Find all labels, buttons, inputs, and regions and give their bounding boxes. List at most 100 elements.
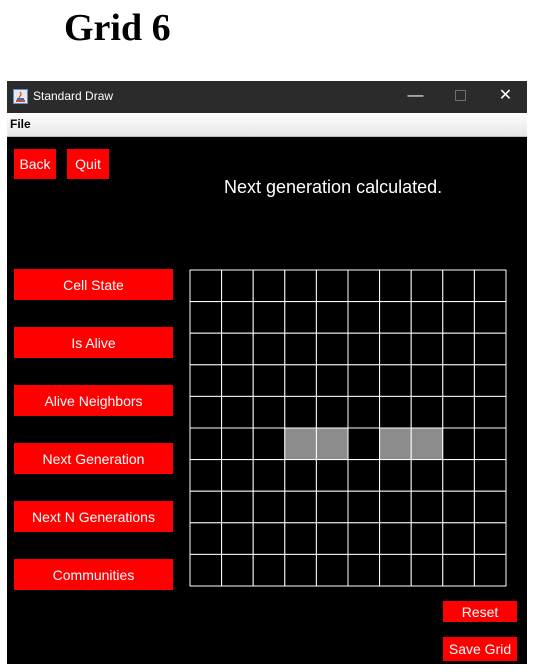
alive-neighbors-button[interactable]: Alive Neighbors <box>14 385 173 416</box>
grid-cell[interactable] <box>221 301 254 334</box>
grid-cell[interactable] <box>379 269 412 303</box>
grid-cell[interactable] <box>442 269 475 303</box>
save-grid-button[interactable]: Save Grid <box>443 637 517 661</box>
grid-cell[interactable] <box>221 395 254 429</box>
grid-cell[interactable] <box>410 364 444 397</box>
grid-cell[interactable] <box>252 490 286 524</box>
title-bar[interactable]: Standard Draw — ✕ <box>7 81 527 113</box>
grid-cell[interactable] <box>284 522 317 555</box>
grid-cell[interactable] <box>189 395 223 429</box>
grid-cell[interactable] <box>284 490 317 524</box>
grid-cell[interactable] <box>189 459 223 492</box>
grid-cell[interactable] <box>252 269 286 303</box>
grid-cell[interactable] <box>473 395 507 429</box>
grid-cell[interactable] <box>473 364 507 397</box>
grid-cell[interactable] <box>189 427 223 461</box>
grid-cell[interactable] <box>379 553 412 587</box>
grid-cell[interactable] <box>347 301 381 334</box>
grid-cell[interactable] <box>473 301 507 334</box>
grid-cell[interactable] <box>252 395 286 429</box>
grid-cell[interactable] <box>379 301 412 334</box>
grid-cell[interactable] <box>221 459 254 492</box>
grid-cell[interactable] <box>189 301 223 334</box>
grid-cell[interactable] <box>252 553 286 587</box>
grid-cell[interactable] <box>252 332 286 366</box>
grid-cell[interactable] <box>379 332 412 366</box>
grid-cell[interactable] <box>347 553 381 587</box>
minimize-button[interactable]: — <box>393 81 438 113</box>
grid-cell[interactable] <box>347 395 381 429</box>
grid-cell[interactable] <box>473 427 507 461</box>
grid-cell[interactable] <box>315 553 349 587</box>
grid-cell[interactable] <box>221 427 254 461</box>
grid-cell-alive[interactable] <box>315 427 349 461</box>
maximize-button[interactable] <box>438 81 483 113</box>
grid-cell[interactable] <box>221 269 254 303</box>
grid-cell[interactable] <box>442 395 475 429</box>
grid-cell[interactable] <box>473 459 507 492</box>
grid-cell[interactable] <box>221 522 254 555</box>
grid-cell[interactable] <box>315 459 349 492</box>
grid-cell[interactable] <box>252 427 286 461</box>
grid-cell[interactable] <box>442 553 475 587</box>
close-button[interactable]: ✕ <box>483 81 527 113</box>
grid-cell[interactable] <box>410 553 444 587</box>
grid-cell[interactable] <box>284 301 317 334</box>
grid-cell[interactable] <box>410 269 444 303</box>
grid-cell[interactable] <box>442 459 475 492</box>
grid-cell[interactable] <box>473 522 507 555</box>
grid-cell[interactable] <box>410 490 444 524</box>
grid-cell[interactable] <box>410 522 444 555</box>
grid-cell[interactable] <box>315 490 349 524</box>
grid-cell[interactable] <box>379 459 412 492</box>
next-generation-button[interactable]: Next Generation <box>14 443 173 474</box>
grid-cell[interactable] <box>284 553 317 587</box>
grid-cell[interactable] <box>189 553 223 587</box>
grid-cell[interactable] <box>347 522 381 555</box>
grid-cell-alive[interactable] <box>410 427 444 461</box>
grid-cell[interactable] <box>189 522 223 555</box>
grid-cell[interactable] <box>284 269 317 303</box>
quit-button[interactable]: Quit <box>67 149 109 179</box>
grid-cell[interactable] <box>442 522 475 555</box>
grid-cell[interactable] <box>347 490 381 524</box>
game-grid[interactable] <box>189 269 507 587</box>
grid-cell[interactable] <box>379 364 412 397</box>
communities-button[interactable]: Communities <box>14 559 173 590</box>
grid-cell[interactable] <box>189 490 223 524</box>
grid-cell[interactable] <box>442 490 475 524</box>
reset-button[interactable]: Reset <box>443 601 517 622</box>
grid-cell[interactable] <box>189 269 223 303</box>
grid-cell[interactable] <box>189 364 223 397</box>
grid-cell[interactable] <box>347 427 381 461</box>
grid-cell[interactable] <box>315 301 349 334</box>
grid-cell[interactable] <box>379 490 412 524</box>
grid-cell[interactable] <box>284 364 317 397</box>
grid-cell[interactable] <box>315 364 349 397</box>
grid-cell[interactable] <box>442 364 475 397</box>
grid-cell[interactable] <box>347 332 381 366</box>
menu-file[interactable]: File <box>10 117 31 131</box>
grid-cell[interactable] <box>252 301 286 334</box>
back-button[interactable]: Back <box>14 149 56 179</box>
grid-cell[interactable] <box>473 490 507 524</box>
grid-cell[interactable] <box>315 522 349 555</box>
grid-cell-alive[interactable] <box>379 427 412 461</box>
grid-cell[interactable] <box>252 459 286 492</box>
grid-cell[interactable] <box>473 332 507 366</box>
grid-cell[interactable] <box>315 269 349 303</box>
grid-cell[interactable] <box>284 332 317 366</box>
draw-canvas[interactable]: Back Quit Next generation calculated. Ce… <box>7 137 527 664</box>
grid-cell[interactable] <box>252 364 286 397</box>
grid-cell[interactable] <box>410 395 444 429</box>
grid-cell[interactable] <box>410 332 444 366</box>
grid-cell[interactable] <box>221 490 254 524</box>
grid-cell[interactable] <box>442 332 475 366</box>
grid-cell[interactable] <box>252 522 286 555</box>
grid-cell[interactable] <box>379 395 412 429</box>
grid-cell[interactable] <box>189 332 223 366</box>
grid-cell[interactable] <box>315 395 349 429</box>
grid-cell[interactable] <box>473 269 507 303</box>
grid-cell[interactable] <box>410 459 444 492</box>
grid-cell[interactable] <box>221 332 254 366</box>
